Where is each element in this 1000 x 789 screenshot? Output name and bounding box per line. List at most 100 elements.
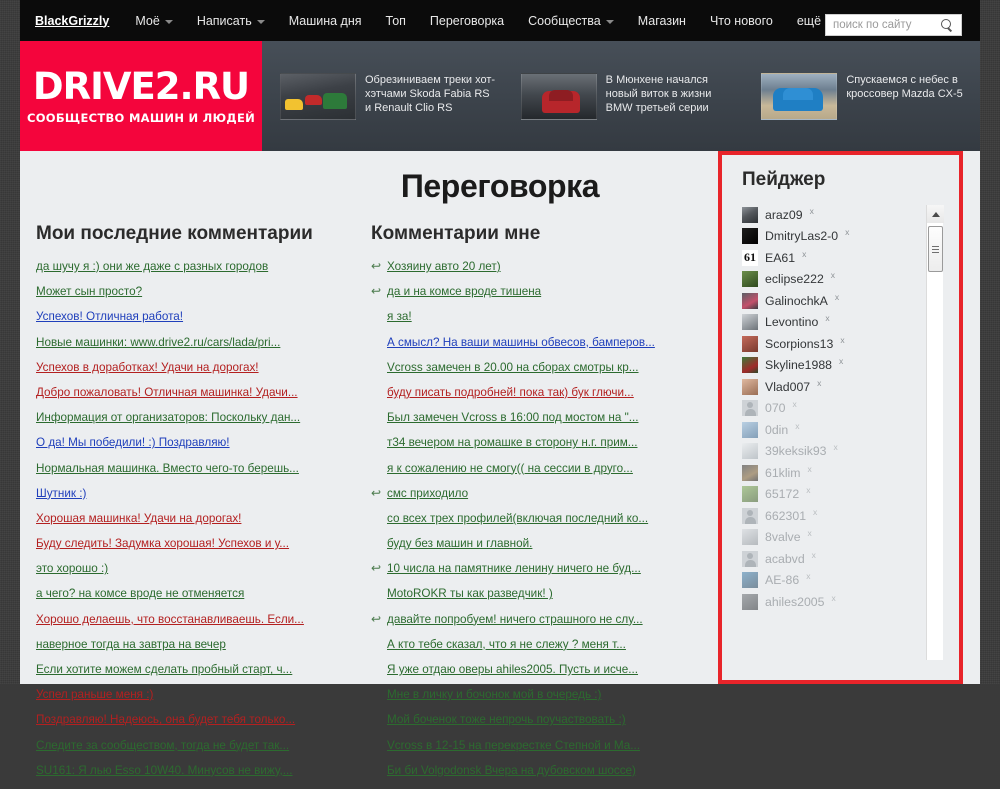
pager-scrollbar[interactable] — [926, 205, 944, 660]
search-icon[interactable] — [941, 18, 954, 32]
comment-link[interactable]: ↩ давайте попробуем! ничего страшного не … — [371, 613, 693, 627]
pager-user-item[interactable]: 0din x — [742, 419, 947, 441]
nav-item-1[interactable]: Написать — [197, 14, 265, 28]
comment-link[interactable]: SU161: Я лью Esso 10W40. Минусов не вижу… — [36, 764, 348, 778]
pager-user-item[interactable]: Skyline1988 x — [742, 355, 947, 377]
comment-link[interactable]: ↩я за! — [371, 310, 693, 324]
remove-user-icon[interactable]: x — [832, 593, 836, 603]
comment-link[interactable]: ↩т34 вечером на ромашке в сторону н.г. п… — [371, 436, 693, 450]
comment-link[interactable]: Успехов! Отличная работа! — [36, 310, 348, 324]
remove-user-icon[interactable]: x — [835, 292, 839, 302]
remove-user-icon[interactable]: x — [840, 335, 844, 345]
pager-user-item[interactable]: 61 EA61 x — [742, 247, 947, 269]
site-logo[interactable]: DRIVE2.RU СООБЩЕСТВО МАШИН И ЛЮДЕЙ — [20, 41, 262, 151]
comment-link[interactable]: О да! Мы победили! :) Поздравляю! — [36, 436, 348, 450]
remove-user-icon[interactable]: x — [810, 206, 814, 216]
remove-user-icon[interactable]: x — [793, 399, 797, 409]
comment-link[interactable]: ↩я к сожалению не смогу(( на сессии в др… — [371, 462, 693, 476]
comment-link[interactable]: это хорошо :) — [36, 562, 348, 576]
comment-link[interactable]: Следите за сообществом, тогда не будет т… — [36, 739, 348, 753]
remove-user-icon[interactable]: x — [806, 571, 810, 581]
pager-user-item[interactable]: ahiles2005 x — [742, 591, 947, 613]
pager-user-item[interactable]: 39keksik93 x — [742, 441, 947, 463]
promo-item-1[interactable]: В Мюнхене начался новый виток в жизни BM… — [520, 72, 740, 120]
comment-link[interactable]: ↩со всех трех профилей(включая последний… — [371, 512, 693, 526]
nav-item-5[interactable]: Сообщества — [528, 14, 614, 28]
comment-link[interactable]: ↩ смс приходило — [371, 487, 693, 501]
pager-user-item[interactable]: acabvd x — [742, 548, 947, 570]
search-box[interactable] — [825, 14, 962, 36]
comment-link[interactable]: ↩А смысл? На ваши машины обвесов, бампер… — [371, 336, 693, 350]
pager-user-item[interactable]: GalinochkA x — [742, 290, 947, 312]
comment-link[interactable]: ↩Мой боченок тоже непрочь поучаствовать … — [371, 713, 693, 727]
remove-user-icon[interactable]: x — [795, 421, 799, 431]
pager-user-item[interactable]: eclipse222 x — [742, 269, 947, 291]
comment-link[interactable]: Новые машинки: www.drive2.ru/cars/lada/p… — [36, 336, 348, 350]
comment-link[interactable]: ↩А кто тебе сказал, что я не слежу ? мен… — [371, 638, 693, 652]
comment-link[interactable]: ↩Я уже отдаю оверы ahiles2005. Пусть и и… — [371, 663, 693, 677]
pager-user-item[interactable]: Levontino x — [742, 312, 947, 334]
nav-username-link[interactable]: BlackGrizzly — [35, 14, 109, 28]
comment-link[interactable]: Поздравляю! Надеюсь, она будет тебя толь… — [36, 713, 348, 727]
comment-link[interactable]: ↩Vcross в 12-15 на перекрестке Степной и… — [371, 739, 693, 753]
pager-user-item[interactable]: AE-86 x — [742, 570, 947, 592]
pager-user-item[interactable]: 8valve x — [742, 527, 947, 549]
pager-user-item[interactable]: Scorpions13 x — [742, 333, 947, 355]
nav-item-7[interactable]: Что нового — [710, 14, 773, 28]
remove-user-icon[interactable]: x — [806, 485, 810, 495]
comment-link[interactable]: Нормальная машинка. Вместо чего-то береш… — [36, 462, 348, 476]
comment-link[interactable]: ↩ да и на комсе вроде тишена — [371, 285, 693, 299]
promo-item-2[interactable]: Спускаемся с небес в кроссовер Mazda CX-… — [761, 72, 980, 120]
remove-user-icon[interactable]: x — [831, 270, 835, 280]
remove-user-icon[interactable]: x — [825, 313, 829, 323]
comment-link[interactable]: ↩ 10 числа на памятнике ленину ничего не … — [371, 562, 693, 576]
search-input[interactable] — [833, 19, 941, 31]
pager-user-item[interactable]: 61klim x — [742, 462, 947, 484]
comment-link[interactable]: ↩MotoROKR ты как разведчик! ) — [371, 587, 693, 601]
nav-item-4[interactable]: Переговорка — [430, 14, 504, 28]
pager-user-item[interactable]: Vlad007 x — [742, 376, 947, 398]
pager-user-item[interactable]: araz09 x — [742, 204, 947, 226]
remove-user-icon[interactable]: x — [813, 507, 817, 517]
comment-link[interactable]: Добро пожаловать! Отличная машинка! Удач… — [36, 386, 348, 400]
comment-link[interactable]: Хорошо делаешь, что восстанавливаешь. Ес… — [36, 613, 348, 627]
comment-link[interactable]: ↩Был замечен Vcross в 16:00 под мостом н… — [371, 411, 693, 425]
remove-user-icon[interactable]: x — [802, 249, 806, 259]
nav-item-6[interactable]: Магазин — [638, 14, 686, 28]
comment-link[interactable]: Информация от организаторов: Поскольку д… — [36, 411, 348, 425]
comment-link[interactable]: ↩буду без машин и главной. — [371, 537, 693, 551]
comment-link[interactable]: ↩Би би Volgodonsk Вчера на дубовском шос… — [371, 764, 693, 778]
comment-link[interactable]: ↩ Хозяину авто 20 лет) — [371, 260, 693, 274]
pager-user-item[interactable]: 070 x — [742, 398, 947, 420]
nav-item-2[interactable]: Машина дня — [289, 14, 362, 28]
comment-link[interactable]: Буду следить! Задумка хорошая! Успехов и… — [36, 537, 348, 551]
pager-scrollbar-thumb[interactable] — [928, 226, 943, 272]
pager-scrollbar-track[interactable] — [927, 223, 943, 660]
remove-user-icon[interactable]: x — [834, 442, 838, 452]
nav-item-3[interactable]: Топ — [386, 14, 406, 28]
remove-user-icon[interactable]: x — [812, 550, 816, 560]
nav-item-0[interactable]: Моё — [135, 14, 173, 28]
comment-link[interactable]: да шучу я :) они же даже с разных городо… — [36, 260, 348, 274]
comment-link[interactable]: Если хотите можем сделать пробный старт,… — [36, 663, 348, 677]
comment-link[interactable]: а чего? на комсе вроде не отменяется — [36, 587, 348, 601]
remove-user-icon[interactable]: x — [839, 356, 843, 366]
pager-user-item[interactable]: 65172 x — [742, 484, 947, 506]
remove-user-icon[interactable]: x — [808, 528, 812, 538]
comment-link[interactable]: ↩Vcross замечен в 20.00 на сборах смотры… — [371, 361, 693, 375]
comment-link[interactable]: Хорошая машинка! Удачи на дорогах! — [36, 512, 348, 526]
remove-user-icon[interactable]: x — [845, 227, 849, 237]
comment-link[interactable]: ↩Мне в личку и бочонок мой в очередь :) — [371, 688, 693, 702]
remove-user-icon[interactable]: x — [808, 464, 812, 474]
comment-link[interactable]: наверное тогда на завтра на вечер — [36, 638, 348, 652]
promo-item-0[interactable]: Обрезиниваем треки хот-хэтчами Skoda Fab… — [280, 72, 499, 120]
comment-link[interactable]: Может сын просто? — [36, 285, 348, 299]
comment-link[interactable]: ↩буду писать подробней! пока так) бук гл… — [371, 386, 693, 400]
remove-user-icon[interactable]: x — [817, 378, 821, 388]
chevron-up-icon[interactable] — [927, 205, 944, 223]
comment-link[interactable]: Успехов в доработках! Удачи на дорогах! — [36, 361, 348, 375]
pager-user-item[interactable]: DmitryLas2-0 x — [742, 226, 947, 248]
comment-link[interactable]: Успел раньше меня :) — [36, 688, 348, 702]
comment-link[interactable]: Шутник :) — [36, 487, 348, 501]
pager-user-item[interactable]: 662301 x — [742, 505, 947, 527]
